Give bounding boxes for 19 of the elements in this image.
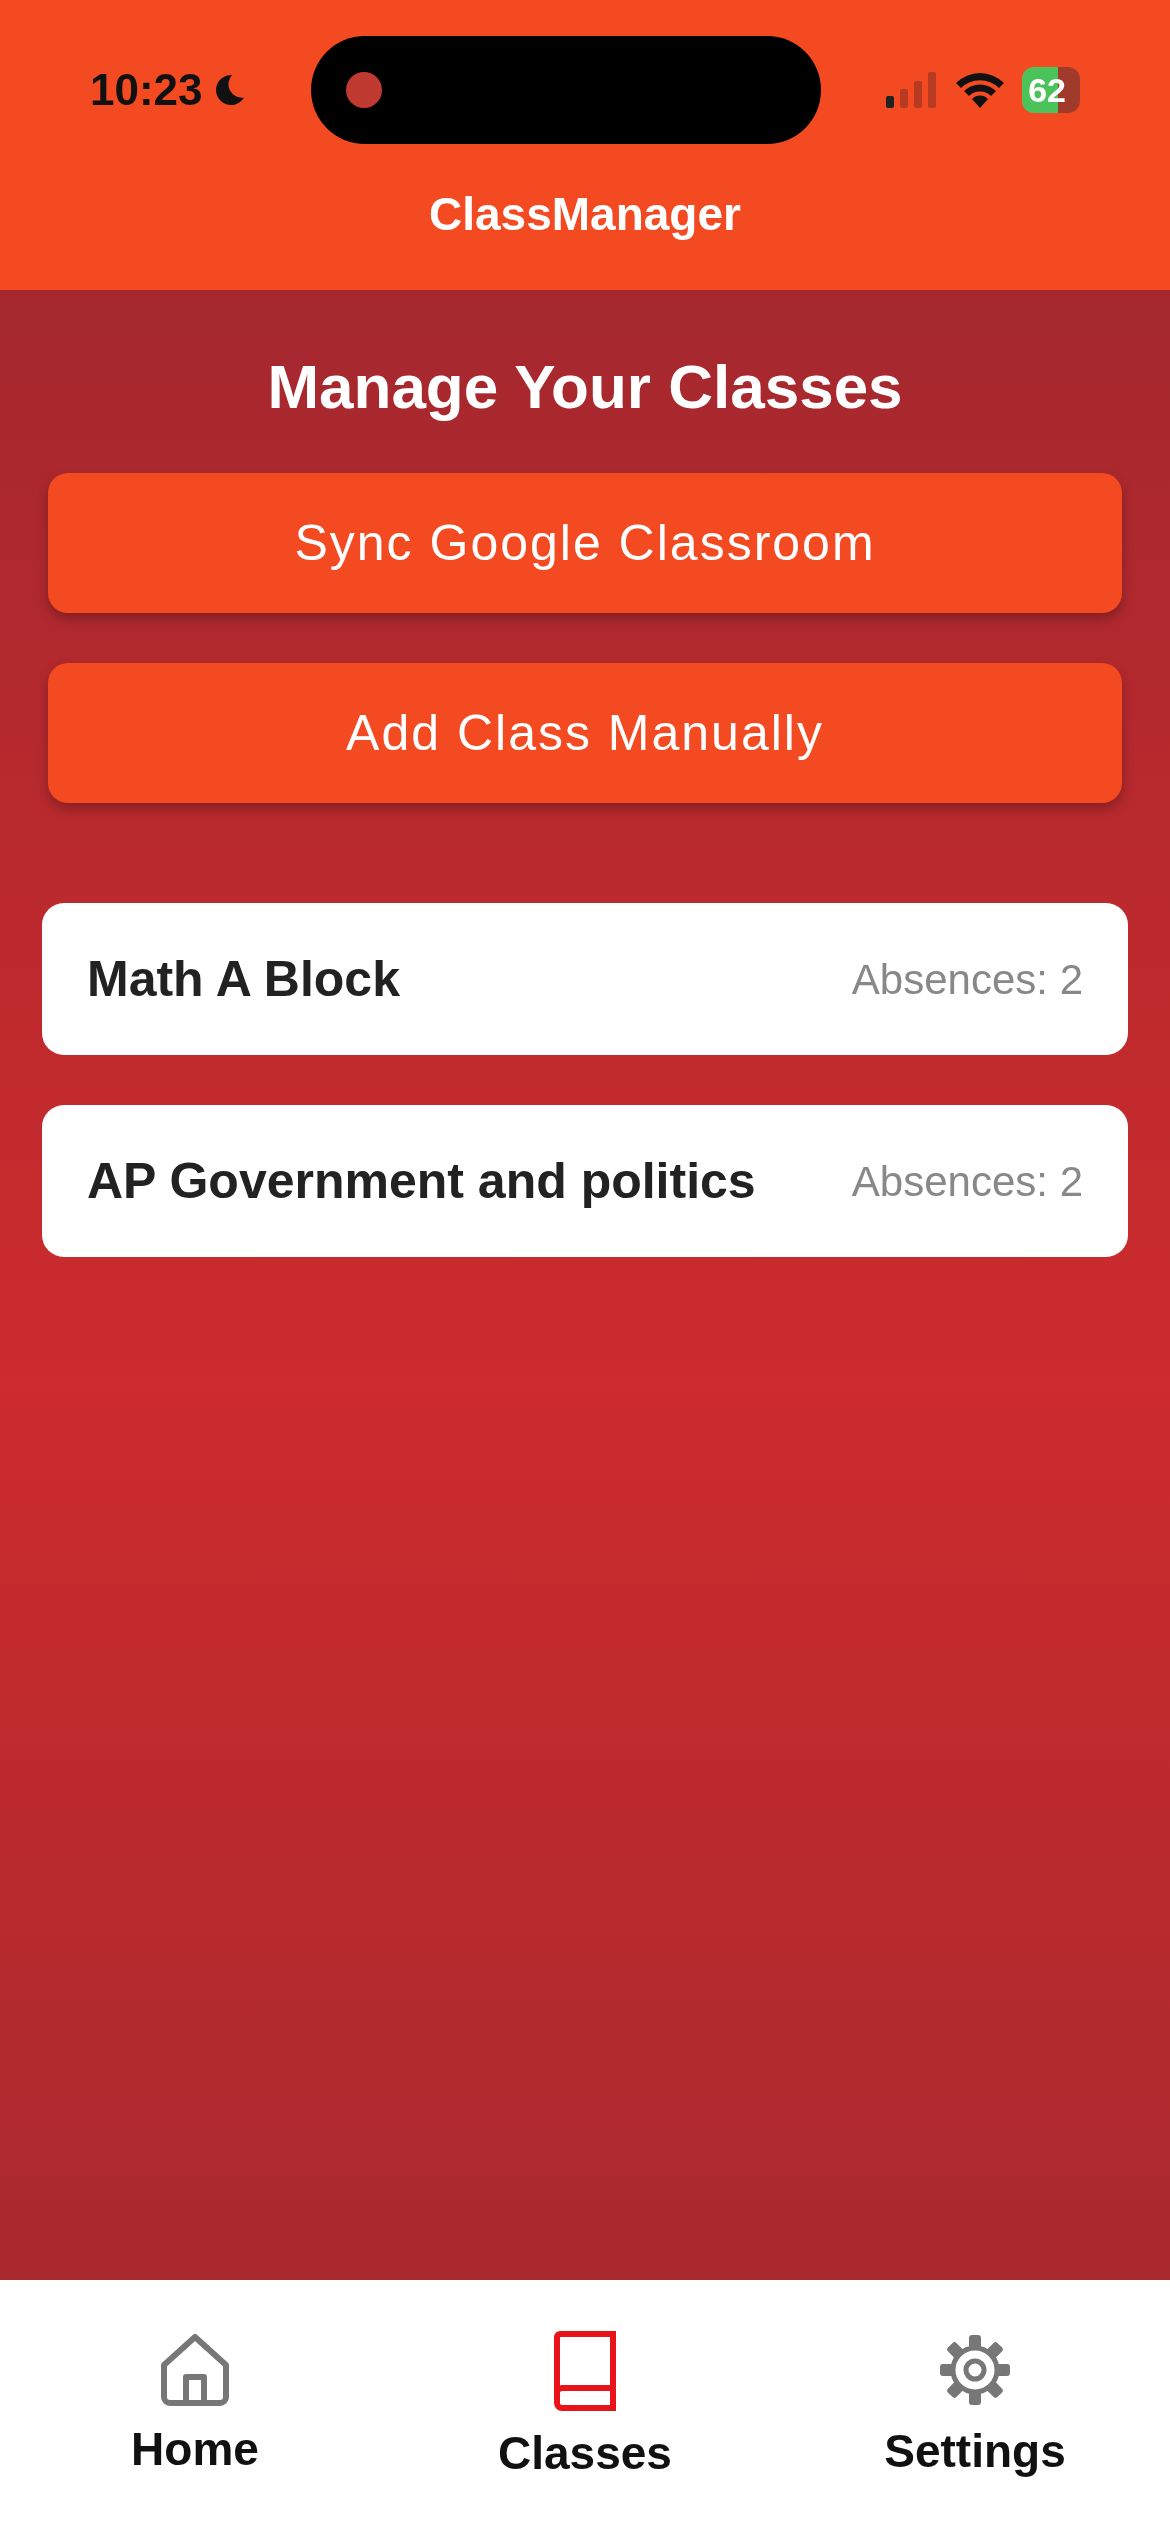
status-time: 10:23 [90,64,203,116]
absence-count: Absences: 2 [851,1156,1083,1207]
wifi-icon [954,70,1007,110]
class-name: Math A Block [87,949,400,1009]
class-card[interactable]: AP Government and politics Absences: 2 [42,1105,1128,1257]
signal-icon [886,72,939,108]
book-icon [552,2331,618,2411]
class-card[interactable]: Math A Block Absences: 2 [42,903,1128,1055]
class-name: AP Government and politics [87,1151,756,1211]
tab-item[interactable]: Classes [435,2330,735,2532]
app-title: ClassManager [428,187,742,242]
absence-count: Absences: 2 [851,954,1083,1005]
house-icon [158,2331,232,2407]
tab-item[interactable]: Settings [825,2330,1125,2532]
action-button[interactable]: Sync Google Classroom [48,473,1122,613]
tab-item[interactable]: Home [45,2330,345,2532]
page-heading: Manage Your Classes [266,351,904,423]
camera-dot-icon [346,72,383,108]
action-button[interactable]: Add Class Manually [48,663,1122,803]
